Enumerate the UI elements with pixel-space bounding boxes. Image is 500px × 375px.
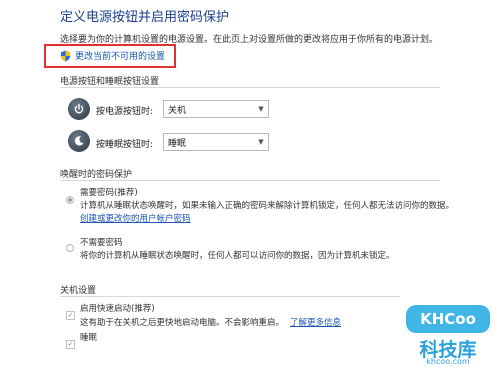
fast-startup-checkbox[interactable]: ✓ xyxy=(66,302,75,321)
require-password-radio[interactable] xyxy=(66,187,74,206)
sleep-button-label: 按睡眠按钮时: xyxy=(96,140,154,150)
watermark-logo: KHCoo xyxy=(406,305,490,333)
change-settings-label: 更改当前不可用的设置 xyxy=(75,52,166,62)
fast-startup-label: 启用快速启动(推荐) xyxy=(80,304,155,314)
radio-unselected xyxy=(66,244,74,252)
chevron-down-icon: ▼ xyxy=(258,105,264,113)
password-section-title: 唤醒时的密码保护 xyxy=(60,170,133,180)
no-password-desc: 将你的计算机从睡眠状态唤醒时，任何人都可以访问你的数据，因为计算机未锁定。 xyxy=(80,251,395,261)
watermark: KHCoo 科技库 khcoo.com xyxy=(400,305,496,369)
sleep-button-value: 睡眠 xyxy=(168,138,187,149)
page-title: 定义电源按钮并启用密码保护 xyxy=(60,10,230,25)
sleep-checkbox[interactable]: ✓ xyxy=(66,331,75,350)
power-icon xyxy=(68,98,90,120)
checkmark-icon: ✓ xyxy=(66,339,75,349)
power-buttons-section-title: 电源按钮和睡眠按钮设置 xyxy=(60,77,160,87)
no-password-radio[interactable] xyxy=(66,237,74,256)
divider xyxy=(60,180,440,181)
require-password-label: 需要密码(推荐) xyxy=(80,188,138,198)
power-button-select[interactable]: 关机 ▼ xyxy=(163,100,269,118)
learn-more-link[interactable]: 了解更多信息 xyxy=(290,316,341,328)
watermark-url: khcoo.com xyxy=(426,357,470,366)
fast-startup-desc: 这有助于在关机之后更快地启动电脑。不会影响重启。 xyxy=(80,318,285,328)
divider xyxy=(60,296,400,297)
power-button-label: 按电源按钮时: xyxy=(96,107,154,117)
divider xyxy=(60,87,440,88)
change-password-link[interactable]: 创建或更改你的用户帐户密码 xyxy=(80,212,191,224)
uac-shield-icon xyxy=(60,50,71,61)
sleep-button-select[interactable]: 睡眠 ▼ xyxy=(163,133,269,151)
radio-selected xyxy=(66,196,74,204)
shutdown-section-title: 关机设置 xyxy=(60,286,97,296)
chevron-down-icon: ▼ xyxy=(258,138,264,146)
checkmark-icon: ✓ xyxy=(66,310,75,320)
power-button-value: 关机 xyxy=(168,105,187,116)
require-password-desc: 计算机从睡眠状态唤醒时，如果未输入正确的密码来解除计算机锁定，任何人都无法访问你… xyxy=(80,201,455,211)
sleep-option-label: 睡眠 xyxy=(80,333,98,343)
sleep-icon xyxy=(68,130,90,152)
change-settings-link[interactable]: 更改当前不可用的设置 xyxy=(60,49,165,62)
no-password-label: 不需要密码 xyxy=(80,238,123,248)
